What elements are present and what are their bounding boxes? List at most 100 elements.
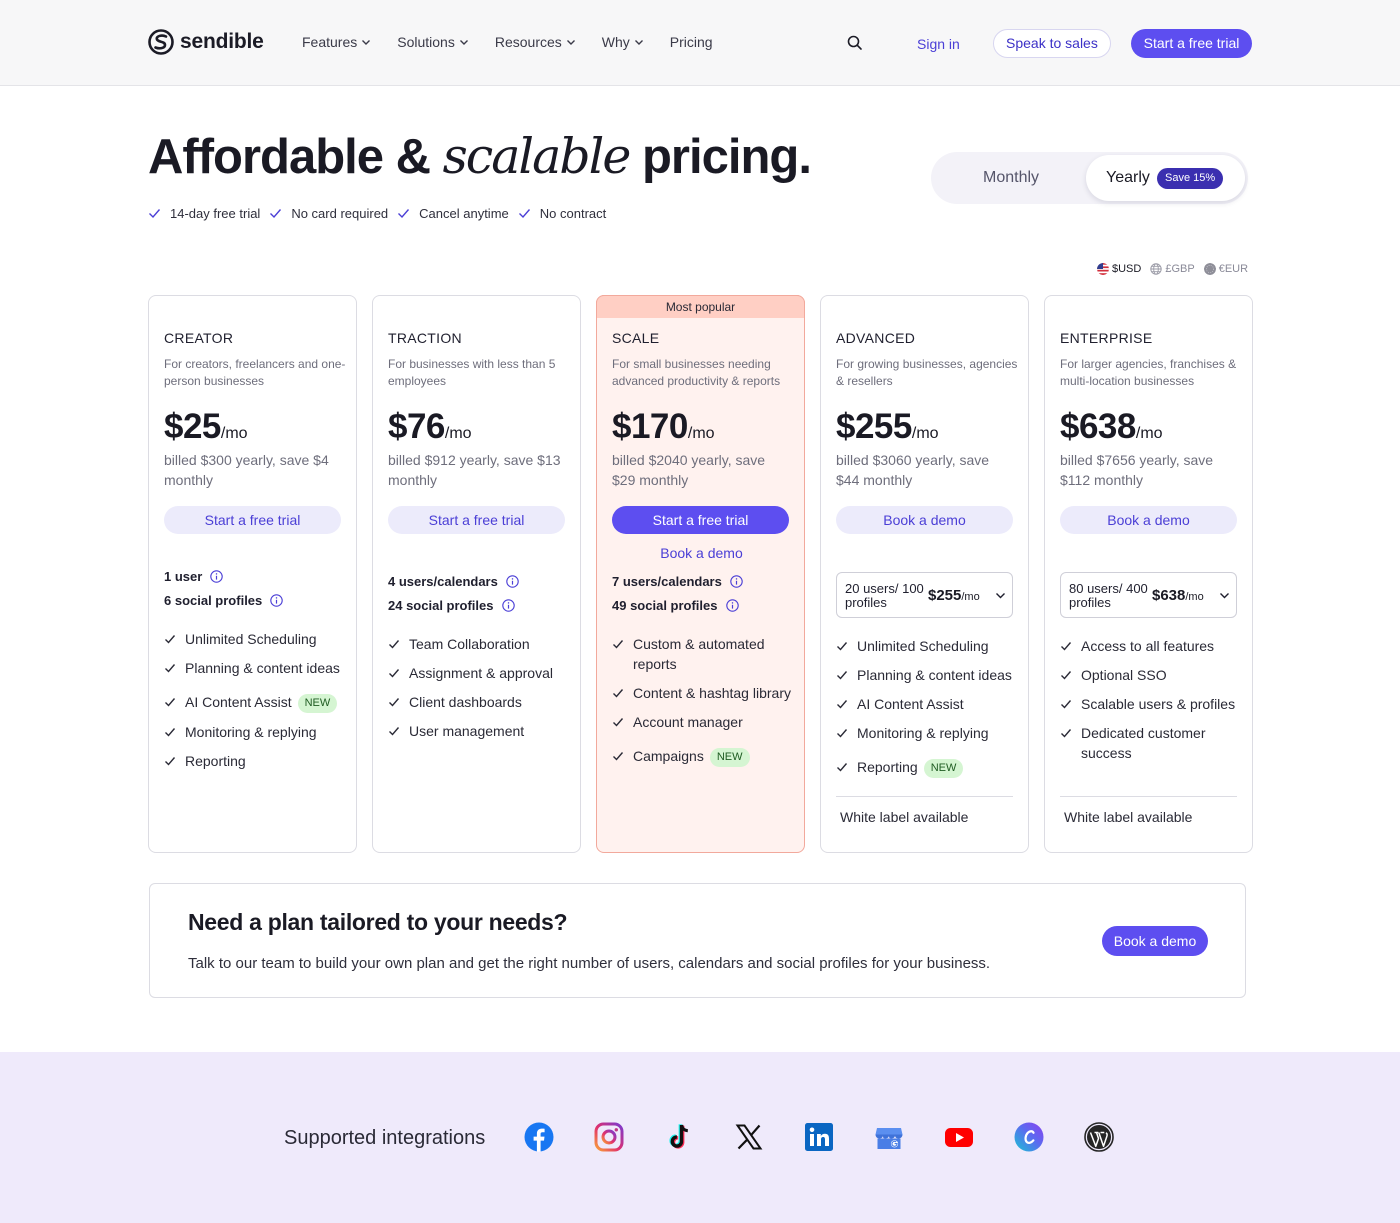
logo[interactable]: sendible [148, 29, 264, 55]
nav-item-features[interactable]: Features [302, 34, 371, 50]
plan-price: $255/mo [836, 407, 939, 447]
currency-eur[interactable]: €EUR [1203, 263, 1248, 275]
check-icon [165, 635, 176, 644]
feature-item: Campaigns NEW [612, 746, 797, 767]
info-icon[interactable] [725, 599, 739, 612]
new-badge: NEW [709, 748, 750, 767]
profiles-label: 49 social profiles [612, 598, 718, 613]
check-icon [389, 698, 400, 707]
currency-gbp[interactable]: £GBP [1150, 263, 1195, 275]
save-badge: Save 15% [1157, 168, 1224, 189]
info-icon[interactable] [506, 575, 519, 588]
perk-label: No contract [539, 206, 607, 221]
perk-label: Cancel anytime [419, 206, 509, 221]
feature-label: Dedicated customer success [1081, 725, 1206, 761]
feature-item: Scalable users & profiles [1060, 694, 1245, 714]
check-icon [518, 209, 530, 219]
book-demo-link[interactable]: Book a demo [597, 545, 806, 561]
plan-description: For growing businesses, agencies & resel… [836, 357, 1018, 388]
check-icon [837, 642, 848, 651]
currency-switcher: $USD £GBP €EUR [1097, 263, 1248, 275]
check-icon [837, 671, 848, 680]
sign-in-link[interactable]: Sign in [917, 36, 960, 52]
integrations-section: Supported integrations [0, 1052, 1400, 1223]
feature-label: Unlimited Scheduling [857, 638, 989, 654]
check-icon [398, 209, 410, 219]
users-profiles-select[interactable]: 20 users/ 100 profiles $255/mo [836, 572, 1013, 618]
nav-links: Features Solutions Resources Why Pricing [302, 34, 713, 50]
check-icon [149, 209, 161, 219]
book-demo-button[interactable]: Book a demo [1102, 926, 1208, 956]
feature-item: Dedicated customer success [1060, 723, 1245, 763]
plan-price: $638/mo [1060, 407, 1163, 447]
feature-label: User management [409, 723, 525, 739]
check-icon [165, 728, 176, 737]
check-icon [613, 689, 624, 698]
speak-to-sales-button[interactable]: Speak to sales [993, 29, 1111, 58]
currency-usd[interactable]: $USD [1097, 263, 1141, 275]
canva-icon[interactable] [1014, 1122, 1044, 1152]
top-nav: sendible Features Solutions Resources Wh… [0, 0, 1400, 86]
facebook-icon[interactable] [524, 1122, 554, 1152]
google-business-icon[interactable] [874, 1122, 904, 1152]
price-period: /mo [687, 425, 715, 442]
feature-label: Custom & automated reports [633, 636, 765, 672]
nav-item-pricing[interactable]: Pricing [670, 34, 713, 50]
eu-flag-icon [1203, 263, 1216, 275]
book-demo-button[interactable]: Book a demo [1060, 506, 1237, 534]
feature-label: Access to all features [1081, 638, 1215, 654]
nav-item-solutions[interactable]: Solutions [397, 34, 469, 50]
check-icon [613, 752, 624, 761]
book-demo-button[interactable]: Book a demo [836, 506, 1013, 534]
nav-item-resources[interactable]: Resources [495, 34, 576, 50]
billed-note: billed $7656 yearly, save $112 monthly [1060, 452, 1214, 488]
wordpress-icon[interactable] [1084, 1122, 1114, 1152]
chevron-down-icon [634, 40, 643, 45]
feature-label: Monitoring & replying [857, 725, 989, 741]
nav-item-why[interactable]: Why [602, 34, 644, 50]
select-price-amount: $255 [928, 587, 962, 604]
feature-label: AI Content Assist [857, 696, 964, 712]
x-icon[interactable] [734, 1122, 764, 1152]
monthly-option[interactable]: Monthly [983, 169, 1039, 187]
tailored-plan-banner: Need a plan tailored to your needs? Talk… [149, 883, 1246, 998]
linkedin-icon[interactable] [804, 1122, 834, 1152]
plan-card-scale: Most popular SCALE For small businesses … [596, 295, 805, 853]
info-icon[interactable] [270, 594, 284, 607]
check-icon [389, 640, 400, 649]
check-icon [165, 757, 176, 766]
price-period: /mo [444, 425, 472, 442]
tiktok-icon[interactable] [664, 1122, 694, 1152]
chevron-down-icon [1220, 593, 1229, 599]
perk-item: Cancel anytime [397, 206, 509, 221]
instagram-icon[interactable] [594, 1122, 624, 1152]
users-count: 7 users/calendars [612, 574, 743, 589]
users-profiles-select[interactable]: 80 users/ 400 profiles $638/mo [1060, 572, 1237, 618]
feature-label: Campaigns [633, 748, 704, 764]
users-label: 7 users/calendars [612, 574, 722, 589]
profiles-label: 6 social profiles [164, 593, 263, 608]
feature-label: Reporting [857, 759, 918, 775]
feature-item: Access to all features [1060, 636, 1245, 656]
price-amount: $170 [612, 407, 688, 446]
feature-label: Planning & content ideas [857, 667, 1012, 683]
info-icon[interactable] [501, 599, 515, 612]
users-label: 4 users/calendars [388, 574, 498, 589]
plan-card-traction: TRACTION For businesses with less than 5… [372, 295, 581, 853]
start-trial-button[interactable]: Start a free trial [612, 506, 789, 534]
new-badge: NEW [923, 759, 964, 778]
feature-label: Client dashboards [409, 694, 522, 710]
yearly-label: Yearly [1106, 169, 1150, 186]
feature-item: Custom & automated reports [612, 634, 797, 674]
info-icon[interactable] [730, 575, 743, 588]
billed-note: billed $2040 yearly, save $29 monthly [612, 452, 766, 488]
feature-item: Monitoring & replying [164, 722, 349, 742]
start-trial-button[interactable]: Start a free trial [164, 506, 341, 534]
youtube-icon[interactable] [944, 1122, 974, 1152]
start-trial-button[interactable]: Start a free trial [1131, 29, 1252, 58]
yearly-option[interactable]: Yearly Save 15% [1086, 155, 1245, 201]
info-icon[interactable] [210, 570, 224, 583]
plan-name: SCALE [612, 330, 660, 346]
start-trial-button[interactable]: Start a free trial [388, 506, 565, 534]
search-icon[interactable] [846, 34, 864, 52]
